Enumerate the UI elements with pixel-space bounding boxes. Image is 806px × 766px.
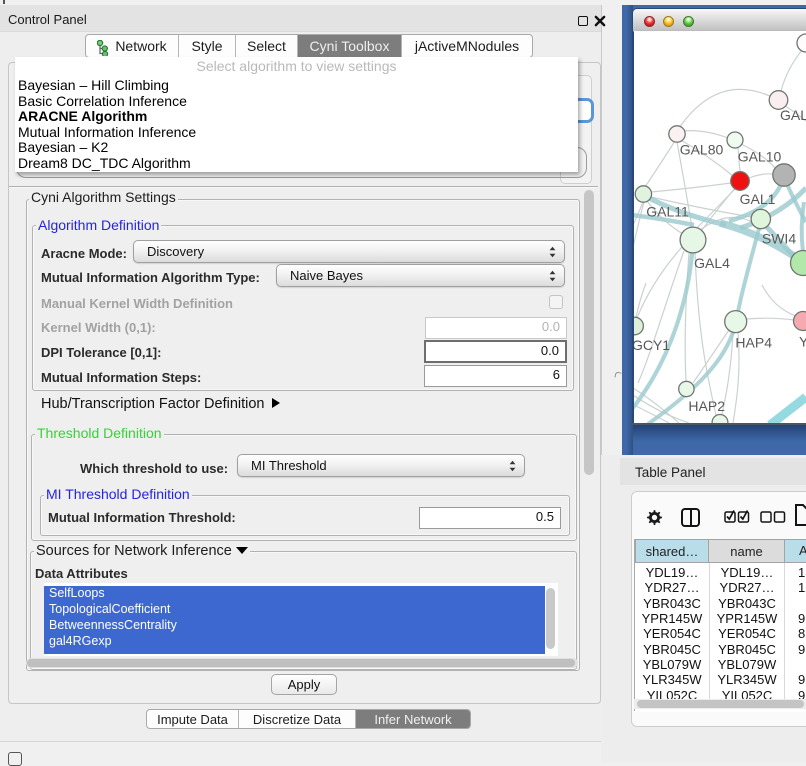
svg-text:Y: Y bbox=[799, 334, 806, 350]
svg-text:HAP2: HAP2 bbox=[688, 398, 725, 414]
svg-text:GAL10: GAL10 bbox=[738, 149, 782, 165]
svg-text:GCY1: GCY1 bbox=[634, 337, 670, 353]
svg-text:GAL11: GAL11 bbox=[646, 204, 689, 220]
svg-text:SWI4: SWI4 bbox=[762, 231, 796, 247]
svg-text:GAL80: GAL80 bbox=[680, 142, 724, 158]
svg-text:HAP4: HAP4 bbox=[735, 335, 772, 351]
svg-text:GAL: GAL bbox=[780, 107, 806, 123]
svg-text:GAL1: GAL1 bbox=[740, 191, 776, 207]
svg-text:GAL4: GAL4 bbox=[694, 255, 730, 271]
